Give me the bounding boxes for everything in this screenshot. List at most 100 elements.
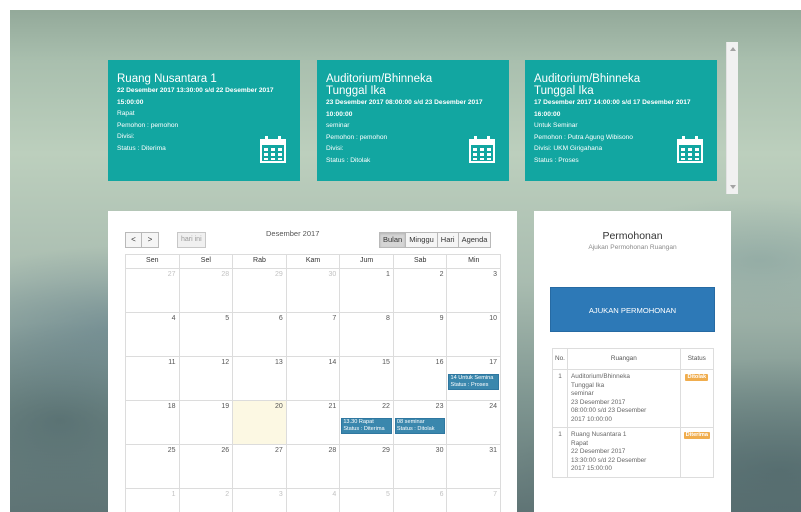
cards-scrollbar[interactable]: [726, 42, 738, 194]
booking-room: Auditorium/Bhinneka Tunggal Ika: [534, 73, 641, 97]
day-number: 3: [493, 271, 498, 278]
calendar-event[interactable]: 14 Untuk Semina Status : Proses: [448, 374, 500, 390]
day-number: 6: [278, 315, 283, 322]
calendar-day[interactable]: 4: [285, 489, 340, 512]
today-button[interactable]: hari ini: [177, 232, 206, 248]
calendar-day[interactable]: 27: [232, 445, 286, 488]
calendar-day[interactable]: 9: [392, 313, 447, 356]
calendar-day[interactable]: 25: [125, 445, 179, 488]
day-number: 22: [382, 403, 390, 410]
calendar-day[interactable]: 12: [178, 357, 233, 400]
weeks-container: 27 28 29 30 1 2 3 4 5 6 7 8 9 10 11 12 13 14 15 16 17 14 Untu…: [125, 268, 502, 512]
calendar-day[interactable]: 1: [125, 489, 179, 512]
calendar-day-today[interactable]: 20: [232, 401, 286, 444]
calendar-day[interactable]: 15: [339, 357, 393, 400]
next-month-button[interactable]: >: [142, 232, 159, 248]
day-number: 17: [489, 359, 498, 366]
calendar-day[interactable]: 23 08 seminar Status : Ditolak: [392, 401, 447, 444]
calendar-day[interactable]: 7: [285, 313, 340, 356]
row-room-details: Auditorium/Bhinneka Tunggal Ika seminar 23 …: [567, 369, 681, 428]
day-number: 10: [489, 315, 498, 322]
calendar-day[interactable]: 21: [285, 401, 340, 444]
booking-date-range: 23 Desember 2017 08:00:00 s/d 23 Desembe…: [326, 99, 483, 118]
calendar-panel: < > hari ini Desember 2017 Bulan Minggu …: [108, 211, 517, 512]
row-detail-line: Ruang Nusantara 1: [571, 431, 627, 438]
calendar-week-row: 11 12 13 14 15 16 17 14 Untuk Semina Status : Pr…: [125, 356, 502, 400]
calendar-day[interactable]: 8: [339, 313, 393, 356]
day-number: 25: [167, 447, 176, 454]
view-week-button[interactable]: Minggu: [406, 232, 438, 248]
day-number: 18: [167, 403, 176, 410]
calendar-day[interactable]: 30: [285, 269, 340, 312]
calendar-day[interactable]: 2: [178, 489, 233, 512]
calendar-icon: [677, 136, 703, 163]
calendar-week-row: 25 26 27 28 29 30 31: [125, 444, 502, 488]
calendar-day[interactable]: 11: [125, 357, 179, 400]
calendar-day[interactable]: 3: [446, 269, 502, 312]
row-detail-line: 08:00:00 s/d 23 Desember: [571, 407, 647, 414]
row-detail-line: 22 Desember 2017: [571, 448, 626, 455]
calendar-icon: [469, 136, 495, 163]
view-agenda-button[interactable]: Agenda: [458, 232, 492, 248]
booking-card-strip: Ruang Nusantara 1 22 Desember 2017 13:30…: [108, 60, 718, 192]
calendar-day[interactable]: 22 13.30 Rapat Status : Diterima: [339, 401, 393, 444]
calendar-day[interactable]: 29: [232, 269, 286, 312]
day-number: 20: [274, 403, 283, 410]
row-status: Diterima: [679, 427, 715, 478]
weekday-header: Sen Sel Rab Kam Jum Sab Min: [125, 254, 502, 268]
calendar-day[interactable]: 2: [392, 269, 447, 312]
calendar-day[interactable]: 5: [339, 489, 393, 512]
calendar-day[interactable]: 3: [232, 489, 286, 512]
calendar-day[interactable]: 14: [285, 357, 340, 400]
calendar-day[interactable]: 7: [446, 489, 502, 512]
booking-room: Auditorium/Bhinneka Tunggal Ika: [326, 73, 433, 97]
calendar-day[interactable]: 18: [125, 401, 179, 444]
weekday-label: Kam: [285, 255, 340, 268]
booking-card[interactable]: Auditorium/Bhinneka Tunggal Ika 17 Desem…: [525, 60, 717, 181]
calendar-day[interactable]: 13: [232, 357, 286, 400]
view-month-button[interactable]: Bulan: [379, 232, 407, 248]
calendar-day[interactable]: 6: [392, 489, 447, 512]
calendar-day[interactable]: 19: [178, 401, 233, 444]
view-switcher: Bulan Minggu Hari Agenda: [379, 232, 492, 248]
calendar-day[interactable]: 30: [392, 445, 447, 488]
day-number: 6: [439, 491, 444, 498]
calendar-day[interactable]: 16: [392, 357, 447, 400]
calendar-day[interactable]: 6: [232, 313, 286, 356]
calendar-day[interactable]: 31: [446, 445, 502, 488]
day-number: 11: [168, 359, 176, 366]
status-badge: Ditolak: [685, 374, 709, 381]
calendar-day[interactable]: 24: [446, 401, 502, 444]
calendar-event[interactable]: 13.30 Rapat Status : Diterima: [341, 418, 392, 434]
row-detail-line: Rapat: [571, 439, 589, 447]
day-number: 4: [171, 315, 176, 322]
scroll-up-icon[interactable]: [730, 47, 736, 51]
day-number: 27: [167, 271, 176, 278]
booking-card[interactable]: Auditorium/Bhinneka Tunggal Ika 23 Desem…: [317, 60, 509, 181]
calendar-day[interactable]: 28: [178, 269, 233, 312]
request-subtitle: Ajukan Permohonan Ruangan: [588, 244, 677, 251]
weekday-label: Sen: [125, 255, 179, 268]
calendar-day[interactable]: 29: [339, 445, 393, 488]
prev-month-button[interactable]: <: [125, 232, 142, 248]
calendar-nav: < >: [125, 232, 159, 248]
calendar-day[interactable]: 1: [339, 269, 393, 312]
calendar-event[interactable]: 08 seminar Status : Ditolak: [394, 418, 446, 434]
day-number: 31: [489, 447, 498, 454]
view-day-button[interactable]: Hari: [437, 232, 459, 248]
calendar-day[interactable]: 28: [285, 445, 340, 488]
calendar-day[interactable]: 17 14 Untuk Semina Status : Proses: [446, 357, 502, 400]
calendar-day[interactable]: 10: [446, 313, 502, 356]
calendar-day[interactable]: 4: [125, 313, 179, 356]
submit-request-button[interactable]: AJUKAN PERMOHONAN: [550, 287, 715, 332]
weekday-label: Jum: [339, 255, 393, 268]
day-number: 19: [221, 403, 230, 410]
booking-card[interactable]: Ruang Nusantara 1 22 Desember 2017 13:30…: [108, 60, 300, 181]
calendar-week-row: 27 28 29 30 1 2 3: [125, 268, 502, 312]
calendar-day[interactable]: 27: [125, 269, 179, 312]
col-status: Status: [679, 348, 715, 370]
booking-date-range: 22 Desember 2017 13:30:00 s/d 22 Desembe…: [117, 87, 274, 106]
scroll-down-icon[interactable]: [730, 185, 736, 189]
calendar-day[interactable]: 26: [178, 445, 233, 488]
calendar-day[interactable]: 5: [178, 313, 233, 356]
